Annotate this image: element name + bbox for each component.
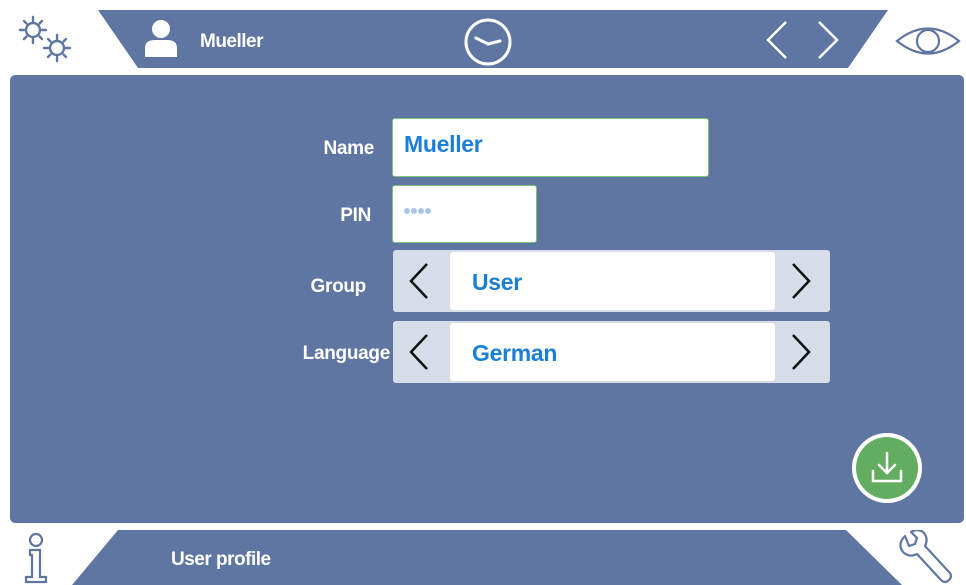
gears-icon[interactable] xyxy=(13,14,77,66)
pin-dot xyxy=(425,208,431,214)
language-label: Language xyxy=(302,343,391,364)
group-selector: User xyxy=(393,250,830,312)
chevron-left-icon[interactable] xyxy=(764,19,790,61)
chevron-left-icon xyxy=(409,263,428,299)
save-button-fill xyxy=(856,437,918,499)
chevron-left-icon xyxy=(409,334,428,370)
eye-icon[interactable] xyxy=(894,22,962,60)
language-value-box: German xyxy=(450,323,775,381)
save-button[interactable] xyxy=(852,433,922,503)
current-user-name: Mueller xyxy=(200,31,264,52)
language-next-button[interactable] xyxy=(775,321,830,383)
chevron-right-icon[interactable] xyxy=(815,19,841,61)
user-icon xyxy=(143,18,179,58)
chevron-right-icon xyxy=(792,334,811,370)
clock-icon[interactable] xyxy=(462,16,514,68)
pin-field[interactable] xyxy=(392,185,537,243)
name-field-value: Mueller xyxy=(404,131,483,157)
group-label: Group xyxy=(310,276,367,297)
group-next-button[interactable] xyxy=(775,250,830,312)
pin-dot xyxy=(418,208,424,214)
pin-label: PIN xyxy=(340,205,371,226)
wrench-icon[interactable] xyxy=(895,530,957,585)
download-icon xyxy=(871,451,903,483)
pin-dot xyxy=(404,208,410,214)
name-field[interactable]: Mueller xyxy=(392,118,709,177)
pin-masked-dots xyxy=(404,208,431,214)
group-prev-button[interactable] xyxy=(393,250,448,312)
info-icon[interactable] xyxy=(20,532,52,584)
language-selector: German xyxy=(393,321,830,383)
screen-title: User profile xyxy=(171,549,271,570)
language-value: German xyxy=(472,340,558,366)
group-value-box: User xyxy=(450,252,775,310)
group-value: User xyxy=(472,269,522,295)
pin-dot xyxy=(411,208,417,214)
name-label: Name xyxy=(323,138,374,159)
language-prev-button[interactable] xyxy=(393,321,448,383)
chevron-right-icon xyxy=(792,263,811,299)
